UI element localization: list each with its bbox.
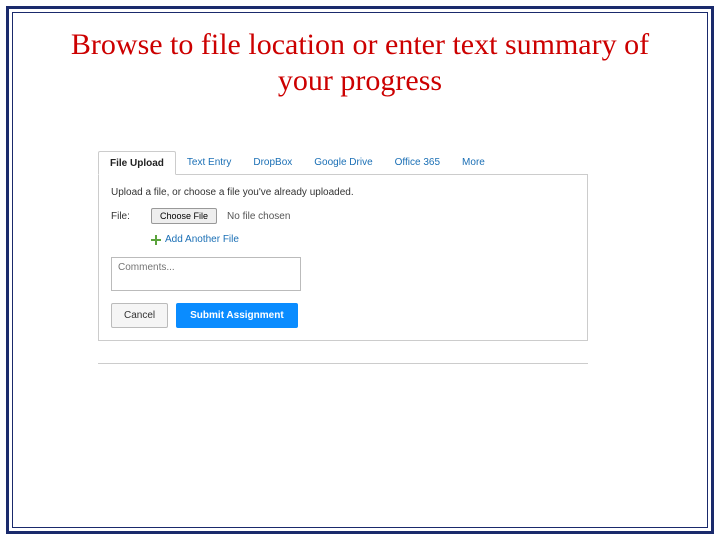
submit-assignment-button[interactable]: Submit Assignment bbox=[176, 303, 298, 328]
plus-icon bbox=[151, 235, 161, 245]
comments-textarea[interactable] bbox=[111, 257, 301, 291]
slide-inner-frame: Browse to file location or enter text su… bbox=[12, 12, 708, 528]
cancel-button[interactable]: Cancel bbox=[111, 303, 168, 328]
tabs-row: File Upload Text Entry DropBox Google Dr… bbox=[98, 151, 588, 175]
button-row: Cancel Submit Assignment bbox=[111, 303, 575, 328]
choose-file-button[interactable]: Choose File bbox=[151, 208, 217, 224]
tab-more[interactable]: More bbox=[451, 151, 496, 174]
tab-text-entry[interactable]: Text Entry bbox=[176, 151, 242, 174]
upload-panel: File Upload Text Entry DropBox Google Dr… bbox=[98, 151, 588, 364]
tab-dropbox[interactable]: DropBox bbox=[242, 151, 303, 174]
upload-form: Upload a file, or choose a file you've a… bbox=[98, 175, 588, 341]
file-row: File: Choose File No file chosen bbox=[111, 208, 575, 224]
divider bbox=[98, 363, 588, 364]
tab-file-upload[interactable]: File Upload bbox=[98, 151, 176, 175]
tab-google-drive[interactable]: Google Drive bbox=[303, 151, 383, 174]
add-another-file-link[interactable]: Add Another File bbox=[151, 234, 575, 245]
file-field-label: File: bbox=[111, 211, 141, 222]
tab-office-365[interactable]: Office 365 bbox=[384, 151, 451, 174]
slide-title: Browse to file location or enter text su… bbox=[13, 13, 707, 99]
slide-outer-frame: Browse to file location or enter text su… bbox=[6, 6, 714, 534]
upload-instruction: Upload a file, or choose a file you've a… bbox=[111, 187, 575, 198]
no-file-text: No file chosen bbox=[227, 211, 290, 222]
add-another-file-label: Add Another File bbox=[165, 234, 239, 245]
